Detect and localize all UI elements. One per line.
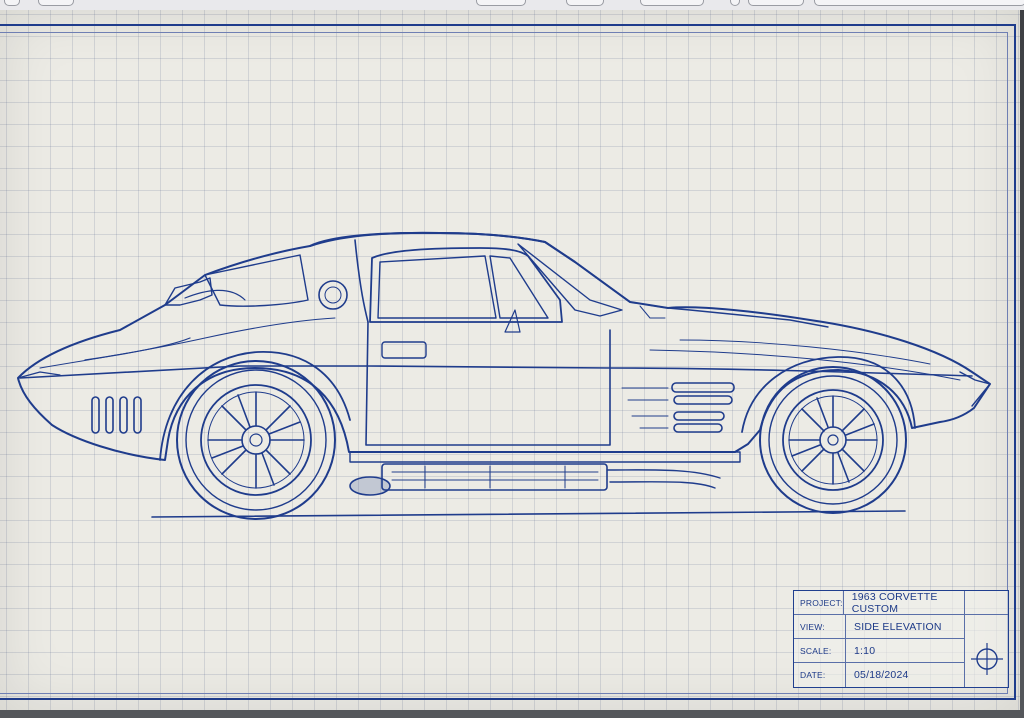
front-nose (959, 371, 991, 407)
rear-glass (204, 254, 309, 307)
date-value: 05/18/2024 (854, 669, 909, 681)
title-row-view: VIEW: SIDE ELEVATION (794, 615, 964, 639)
b-pillar (354, 239, 369, 323)
scale-key: SCALE: (794, 639, 846, 662)
vent-window (489, 255, 549, 319)
hood-line (39, 317, 336, 369)
windshield (517, 243, 623, 317)
date-key: DATE: (794, 663, 846, 687)
side-mirror (504, 309, 521, 333)
project-value: 1963 CORVETTE CUSTOM (851, 590, 938, 615)
door-handle (381, 341, 427, 359)
title-row-project: PROJECT: 1963 CORVETTE CUSTOM (794, 591, 964, 615)
crosshair-icon (971, 643, 1003, 675)
project-key: PROJECT: (794, 591, 844, 614)
front-fender-crease (84, 337, 191, 361)
registration-cell (964, 615, 1008, 687)
exhaust-tip (349, 476, 391, 496)
title-block-cell-top (964, 591, 1008, 615)
scale-value: 1:10 (854, 644, 876, 657)
ground-line (151, 510, 906, 518)
side-exhaust (381, 463, 608, 491)
title-block: PROJECT: 1963 CORVETTE CUSTOM VIEW: SIDE… (793, 590, 1009, 688)
rocker-panel (349, 451, 741, 463)
title-row-scale: SCALE: 1:10 (794, 639, 964, 663)
front-gills (671, 382, 735, 433)
view-key: VIEW: (794, 615, 846, 638)
fuel-cap (318, 280, 348, 310)
fuel-cap-inner (324, 286, 342, 304)
door-outline (365, 321, 611, 446)
speed-lines (621, 387, 669, 429)
front-wheel (759, 366, 907, 514)
exhaust-pipes (606, 469, 721, 489)
side-window (377, 255, 497, 319)
exhaust-ribs (391, 465, 599, 489)
rear-vents (91, 396, 142, 434)
rear-wheel (176, 360, 336, 520)
door-window-frame (369, 247, 563, 323)
view-value: SIDE ELEVATION (854, 620, 942, 633)
title-row-date: DATE: 05/18/2024 (794, 663, 964, 687)
